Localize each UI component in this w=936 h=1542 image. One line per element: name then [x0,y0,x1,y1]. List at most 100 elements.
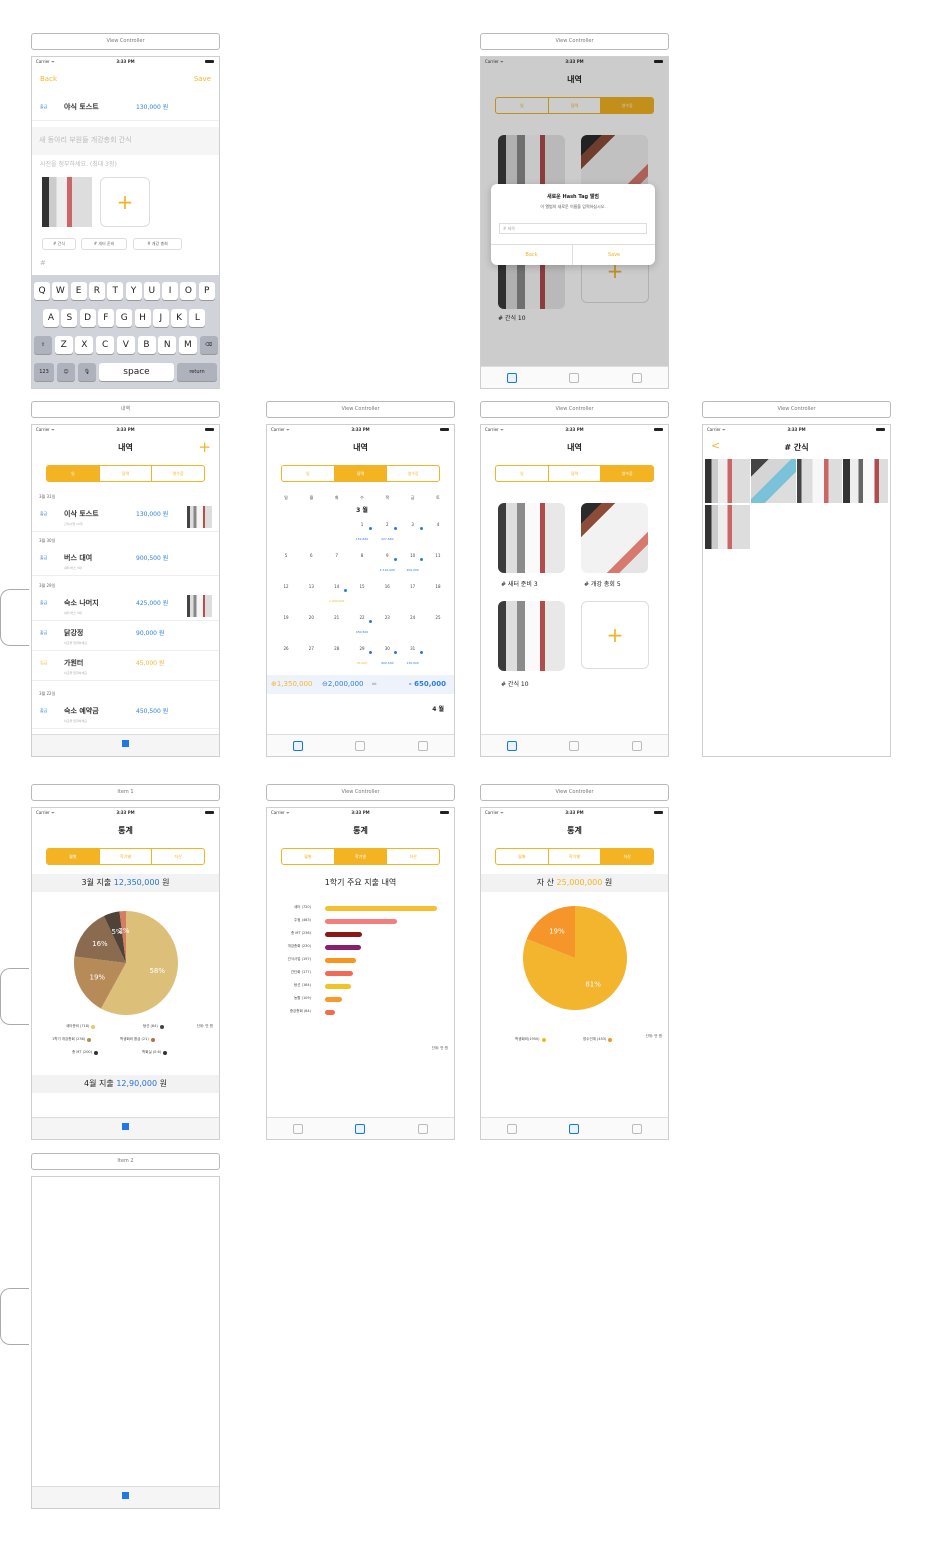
tab-settings[interactable] [417,740,428,751]
day-cell[interactable]: 20 [300,611,322,642]
day-cell[interactable]: 4 [427,518,449,549]
settings-icon[interactable] [122,1492,129,1499]
tab-history[interactable] [507,1123,518,1134]
photo-thumbnail[interactable] [751,459,796,503]
album-thumbnail[interactable] [581,503,648,573]
key-v[interactable]: V [116,336,135,354]
stats-icon[interactable] [122,1123,129,1130]
day-cell[interactable]: 27 [300,642,322,673]
attached-photo[interactable] [42,177,92,227]
transaction-row[interactable]: 입금 가원터 이곳을 입력하세요 45,000 원 [32,651,219,681]
album-thumbnail[interactable] [498,503,565,573]
note-field[interactable]: 새 동아리 부원들 개강총회 간식 [32,127,219,155]
key-dictation[interactable]: 🎙 [78,363,96,381]
key-s[interactable]: S [61,309,78,327]
key-numbers[interactable]: 123 [34,363,54,381]
add-album-button[interactable]: + [581,601,649,669]
segment-calendar[interactable]: 달력 [549,466,602,481]
segment-day[interactable]: 일 [282,466,335,481]
transaction-row[interactable]: 출금 야식 토스트 130,000 원 [32,95,219,121]
segmented-control[interactable]: 월별 학기별 자산 [281,848,440,865]
transaction-row[interactable]: 출금 닭강정 이곳을 입력하세요 90,000 원 [32,621,219,651]
segment-semester[interactable]: 학기별 [549,849,602,864]
save-button[interactable]: Save [194,75,211,83]
key-a[interactable]: A [43,309,59,327]
day-cell[interactable]: 3 [402,518,424,549]
key-return[interactable]: return [177,363,217,381]
photo-thumbnail[interactable] [705,505,750,549]
photo-thumbnail[interactable] [843,459,888,503]
day-cell[interactable]: 19 [275,611,297,642]
history-icon[interactable] [122,740,129,747]
segment-day[interactable]: 일 [47,466,100,481]
key-f[interactable]: F [97,309,114,327]
tab-stats[interactable] [569,372,580,383]
transaction-row[interactable]: 출금 숙소 예약금 이곳을 입력하세요 450,500 원 [32,699,219,729]
key-z[interactable]: Z [54,336,73,354]
day-cell[interactable]: 5 [275,549,297,580]
segmented-control[interactable]: 일 달력 영수증 [495,465,654,482]
day-cell[interactable]: 25 [427,611,449,642]
day-cell[interactable]: 10 209,000 [402,549,424,580]
day-cell[interactable]: 1 152,820 [351,518,373,549]
day-cell[interactable]: 6 [300,549,322,580]
day-cell[interactable]: 22 450,500 [351,611,373,642]
alert-save-button[interactable]: Save [573,244,655,265]
key-shift[interactable]: ⇧ [34,336,52,354]
segmented-control[interactable]: 일 달력 영수증 [281,465,440,482]
segment-receipts[interactable]: 영수증 [152,466,204,481]
tab-history[interactable] [293,740,304,751]
key-b[interactable]: B [137,336,156,354]
album-thumbnail[interactable] [498,601,565,671]
key-delete[interactable]: ⌫ [199,336,218,354]
segment-calendar[interactable]: 달력 [334,466,388,481]
transaction-row[interactable]: 출금 숙소 나머지 새터 버스 3대 425,000 원 [32,591,219,621]
segment-assets[interactable]: 자산 [601,849,653,864]
key-n[interactable]: N [158,336,177,354]
tab-stats[interactable] [355,740,366,751]
segment-calendar[interactable]: 달력 [100,466,153,481]
segment-semester[interactable]: 학기별 [100,849,153,864]
key-p[interactable]: P [198,282,215,300]
day-cell[interactable]: 12 [275,580,297,611]
key-h[interactable]: H [134,309,151,327]
day-cell[interactable]: 23 [376,611,398,642]
day-cell[interactable]: 11 [427,549,449,580]
day-cell[interactable]: 16 [376,580,398,611]
tab-history[interactable] [507,372,518,383]
day-cell[interactable]: 26 [275,642,297,673]
key-w[interactable]: W [52,282,69,300]
key-emoji[interactable]: ☺ [57,363,75,381]
segment-monthly[interactable]: 월별 [496,849,549,864]
segment-day[interactable]: 일 [496,466,549,481]
key-e[interactable]: E [70,282,87,300]
segment-monthly[interactable]: 월별 [47,849,100,864]
key-c[interactable]: C [96,336,115,354]
day-cell[interactable]: 15 [351,580,373,611]
day-cell[interactable]: 18 [427,580,449,611]
tab-history[interactable] [507,740,518,751]
day-cell[interactable]: 31 130,000 [402,642,424,673]
tab-stats[interactable] [569,740,580,751]
key-q[interactable]: Q [34,282,50,300]
tab-settings[interactable] [417,1123,428,1134]
key-r[interactable]: R [88,282,105,300]
key-x[interactable]: X [75,336,94,354]
day-cell[interactable]: 21 [326,611,348,642]
segment-receipts[interactable]: 영수증 [387,466,439,481]
back-button[interactable]: Back [40,75,57,83]
day-cell[interactable]: 24 [402,611,424,642]
photo-thumbnail[interactable] [705,459,750,503]
hashtag-chip[interactable]: # 새터 준비 [81,238,127,250]
segmented-control[interactable]: 월별 학기별 자산 [495,848,654,865]
transaction-row[interactable]: 출금 이삭 토스트 간식사업 10개 130,000 원 [32,502,219,532]
tab-stats[interactable] [569,1123,580,1134]
day-cell[interactable]: 29 45,000 [351,642,373,673]
transaction-row[interactable]: 출금 버스 대여 새터 버스 3대 900,500 원 [32,546,219,576]
album-title-input[interactable]: # 제목 [499,223,647,234]
day-cell[interactable]: 9 2,316,000 [376,549,398,580]
tab-history[interactable] [293,1123,304,1134]
key-l[interactable]: L [189,309,206,327]
day-cell[interactable]: 17 [402,580,424,611]
day-cell[interactable]: 28 [326,642,348,673]
